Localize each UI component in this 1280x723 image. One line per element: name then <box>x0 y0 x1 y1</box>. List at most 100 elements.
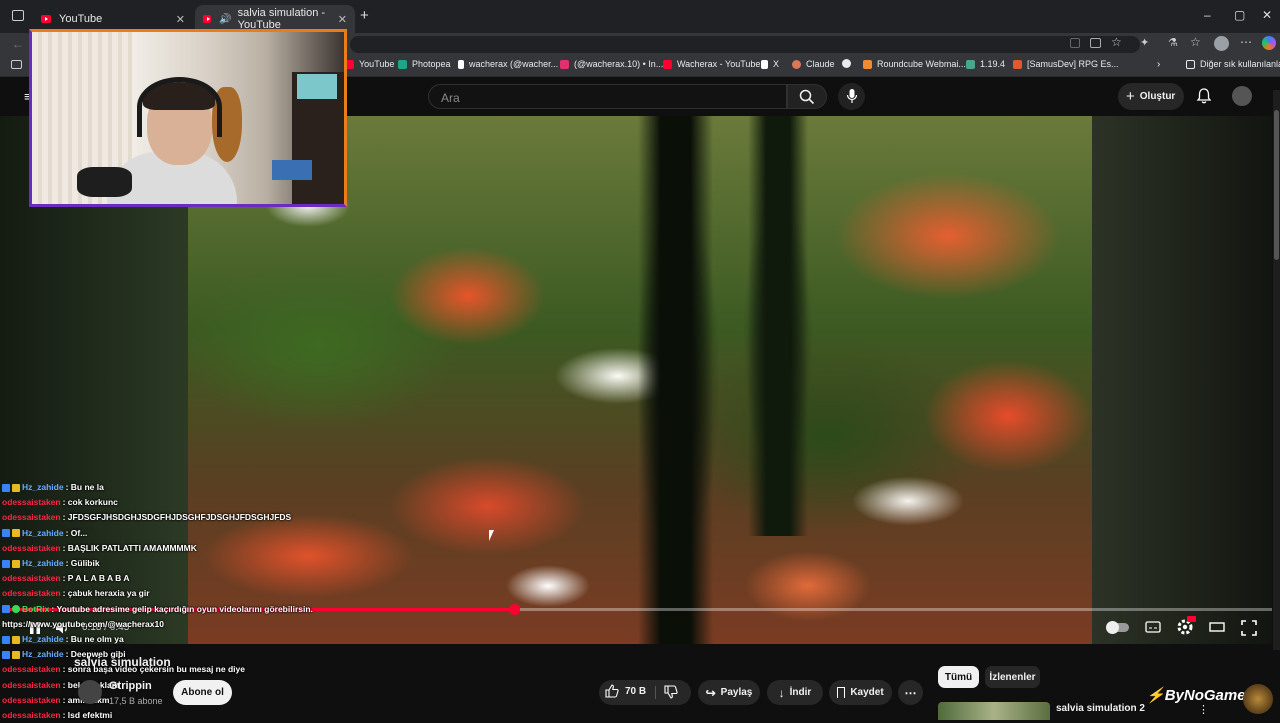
subscriber-count: 17,5 B abone <box>109 696 163 706</box>
page-scrollbar[interactable] <box>1273 90 1280 650</box>
theater-mode-icon[interactable] <box>1209 620 1227 636</box>
chat-message: Hz_zahide: Bu ne la <box>2 480 342 495</box>
voice-search-button[interactable] <box>838 83 865 110</box>
chat-message: Hz_zahide: Gülibik <box>2 556 342 571</box>
moderator-badge-icon <box>2 483 10 492</box>
maximize-button[interactable]: ▢ <box>1234 8 1245 22</box>
chat-message: https://www.youtube.com/@wacherax10 <box>2 618 164 629</box>
recommendation-thumbnail[interactable] <box>938 702 1050 720</box>
video-tree-trunk <box>638 116 713 644</box>
ambient-right <box>1092 116 1272 644</box>
chat-message: odessaistaken: P A L A B A B A <box>2 573 130 584</box>
plus-icon: + <box>1126 88 1135 105</box>
create-button[interactable]: + Oluştur <box>1118 83 1184 110</box>
tab-title: YouTube <box>59 13 103 25</box>
minimize-button[interactable]: – <box>1204 8 1211 22</box>
bookmark-youtube[interactable]: YouTube <box>345 59 394 69</box>
more-menu-icon[interactable]: ⋯ <box>1240 35 1252 49</box>
youtube-icon <box>663 59 672 69</box>
bookmark-wacherax-youtube[interactable]: Wacherax - YouTube <box>663 59 760 69</box>
fullscreen-icon[interactable] <box>1241 620 1259 636</box>
download-button[interactable]: ↓ İndir <box>767 680 823 705</box>
youtube-favicon-icon <box>41 15 51 23</box>
back-icon[interactable]: ← <box>12 37 24 51</box>
chat-message: Hz_zahide: Deepweb gibi <box>2 647 342 662</box>
settings-gear-icon[interactable] <box>1176 616 1196 635</box>
channel-avatar[interactable] <box>78 680 102 704</box>
webcam-dark-object <box>77 167 132 197</box>
bookmark-globe[interactable] <box>842 59 856 68</box>
bookmark-x[interactable]: X <box>761 59 779 69</box>
bookmarks-chevron-right-icon[interactable]: › <box>1157 59 1160 70</box>
moderator-badge-icon <box>2 559 10 568</box>
close-tab-icon[interactable]: ✕ <box>176 13 185 26</box>
favorites-icon[interactable]: ☆ <box>1190 35 1201 49</box>
new-tab-button[interactable]: + <box>360 7 369 24</box>
autoplay-toggle[interactable] <box>1106 621 1129 634</box>
roundcube-icon <box>863 59 872 69</box>
sidebar-toggle-icon[interactable] <box>11 60 22 69</box>
like-divider <box>655 686 656 699</box>
extensions-icon[interactable]: ✦ <box>1140 36 1149 49</box>
recommendation-title[interactable]: salvia simulation 2 <box>1056 703 1145 714</box>
notifications-bell-icon[interactable] <box>1195 87 1213 105</box>
autoplay-knob <box>1106 621 1119 634</box>
x-icon <box>761 59 768 69</box>
thumbs-up-icon <box>605 684 619 698</box>
share-button[interactable]: ↪ Paylaş <box>698 680 760 705</box>
copilot-icon[interactable] <box>1262 36 1276 50</box>
other-favorites[interactable]: Diğer sık kullanılanlar <box>1186 59 1280 69</box>
thumbs-down-icon <box>664 685 678 699</box>
bookmark-1-19-4[interactable]: 1.19.4 <box>966 59 1005 69</box>
channel-crest-logo <box>1243 684 1273 714</box>
chat-overlay: Hz_zahide: Bu ne la odessaistaken: cok k… <box>2 480 342 720</box>
chat-message: odessaistaken: beleş reklam <box>2 679 120 690</box>
profile-avatar[interactable] <box>1214 36 1229 51</box>
subscriber-badge-icon <box>12 529 20 538</box>
microphone-icon <box>846 89 858 103</box>
close-window-button[interactable]: ✕ <box>1262 8 1272 22</box>
search-icon <box>799 89 815 105</box>
tab-list-button[interactable] <box>12 10 24 21</box>
close-tab-icon[interactable]: ✕ <box>338 13 347 26</box>
bookmark-roundcube[interactable]: Roundcube Webmai... <box>863 59 966 69</box>
account-avatar[interactable] <box>1232 86 1252 106</box>
webcam-shelf-box <box>272 160 312 180</box>
channel-name[interactable]: Gtrippin <box>109 680 152 692</box>
bookmark-instagram[interactable]: (@wacherax.10) • In... <box>560 59 663 69</box>
omnibox[interactable] <box>350 36 1140 53</box>
progress-scrubber[interactable] <box>509 604 520 615</box>
bynogame-watermark: ⚡ByNoGame <box>1146 687 1246 704</box>
chip-all[interactable]: Tümü <box>938 666 979 688</box>
chat-message: odessaistaken: sonra başa video çekersin… <box>2 664 245 675</box>
recommendation-more-icon[interactable]: ⋮ <box>1198 703 1209 716</box>
search-button[interactable] <box>787 84 827 109</box>
bookmark-star-icon[interactable]: ☆ <box>1111 35 1122 49</box>
screen-cast-icon[interactable] <box>1090 38 1101 48</box>
search-input[interactable]: Ara <box>428 84 787 109</box>
like-button[interactable]: 70 B <box>605 684 646 698</box>
save-button[interactable]: Kaydet <box>829 680 892 705</box>
bookmark-samusdev[interactable]: [SamusDev] RPG Es... <box>1013 59 1119 69</box>
webcam-shelf-box <box>297 74 337 99</box>
chat-message: odessaistaken: çabuk heraxia ya gir <box>2 588 150 599</box>
bookmark-tiktok[interactable]: wacherax (@wacher... <box>458 59 558 69</box>
bookmark-photopea[interactable]: Photopea <box>398 59 451 69</box>
subtitles-icon[interactable] <box>1145 620 1163 636</box>
scrollbar-thumb[interactable] <box>1274 110 1279 260</box>
dislike-button[interactable] <box>664 685 678 704</box>
subscribe-button[interactable]: Abone ol <box>173 680 232 705</box>
globe-icon <box>842 59 851 68</box>
webcam-overlay <box>29 29 347 207</box>
chat-message: odessaistaken: JFDSGFJHSDGHJSDGFHJDSGHFJ… <box>2 512 292 523</box>
bookmark-claude[interactable]: Claude <box>792 59 835 69</box>
moderator-badge-icon <box>2 650 10 659</box>
chip-watched[interactable]: İzlenenler <box>985 666 1040 688</box>
install-app-icon[interactable] <box>1070 38 1080 48</box>
more-actions-button[interactable]: ⋯ <box>898 680 923 705</box>
chat-message: odessaistaken: lsd efektmi <box>2 710 113 721</box>
subscriber-badge-icon <box>12 559 20 568</box>
speaker-icon[interactable]: 🔊 <box>219 14 231 25</box>
extension-icon[interactable]: ⚗ <box>1168 36 1178 49</box>
download-icon: ↓ <box>778 685 785 700</box>
